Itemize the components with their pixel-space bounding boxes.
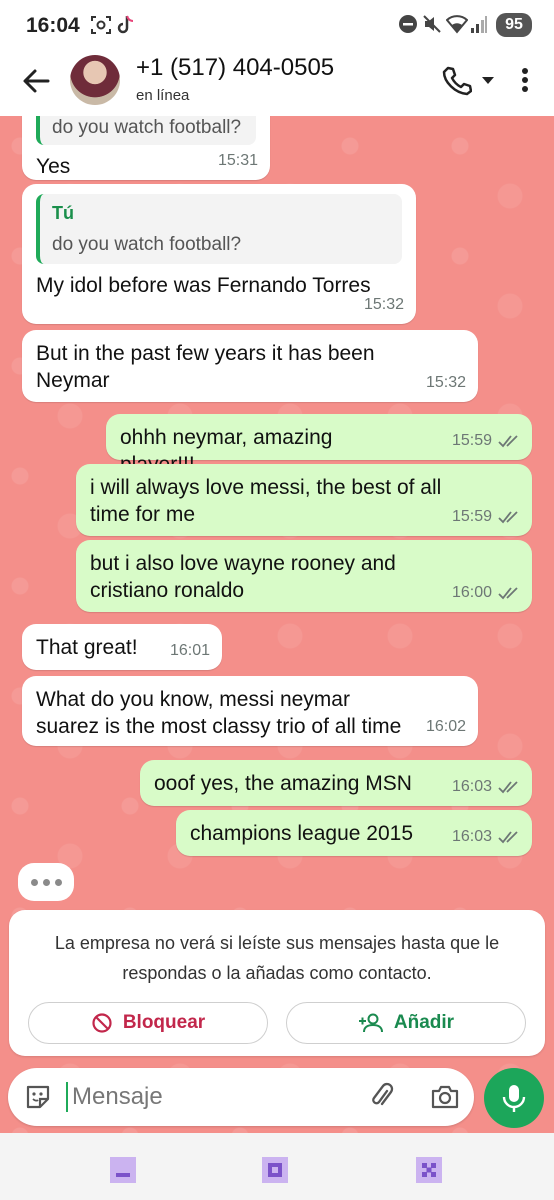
double-check-icon <box>498 510 518 523</box>
message-bubble-outgoing[interactable]: ohhh neymar, amazing player!!! 15:59 <box>106 414 532 476</box>
message-meta: 15:59 <box>452 503 520 530</box>
sticker-icon[interactable] <box>24 1083 52 1111</box>
message-bubble-outgoing[interactable]: but i also love wayne rooney and cristia… <box>76 540 532 612</box>
back-nav-icon[interactable] <box>414 1155 444 1185</box>
message-bubble-outgoing[interactable]: i will always love messi, the best of al… <box>76 464 532 536</box>
battery-indicator: 95 <box>496 13 532 37</box>
message-text: i will always love messi, the best of al… <box>90 476 442 526</box>
message-meta: 16:03 <box>452 823 520 850</box>
message-bubble-incoming[interactable]: What do you know, messi neymar suarez is… <box>22 676 478 746</box>
caret-down-icon[interactable] <box>480 72 496 88</box>
quoted-message-text: do you watch football? <box>52 234 242 255</box>
message-bubble-outgoing[interactable]: ooof yes, the amazing MSN 16:03 <box>140 760 532 806</box>
screenshot-icon <box>91 16 111 34</box>
message-time: 15:59 <box>451 432 492 449</box>
message-bubble-outgoing[interactable]: champions league 2015 16:03 <box>176 810 532 856</box>
message-text: What do you know, messi neymar suarez is… <box>36 688 402 738</box>
message-time: 16:01 <box>169 642 210 659</box>
message-time: 15:31 <box>217 152 258 169</box>
double-check-icon <box>498 830 518 843</box>
message-bubble-incoming[interactable]: do you watch football? Yes 15:31 <box>22 116 270 180</box>
message-time: 16:02 <box>425 718 466 735</box>
message-text: My idol before was Fernando Torres <box>36 274 371 297</box>
contact-name[interactable]: +1 (517) 404-0505 <box>136 54 334 82</box>
chat-header: +1 (517) 404-0505 en línea <box>0 50 554 116</box>
message-input[interactable] <box>72 1078 342 1116</box>
more-vert-icon[interactable] <box>515 64 535 96</box>
message-bubble-incoming[interactable]: But in the past few years it has been Ne… <box>22 330 478 402</box>
add-contact-button[interactable]: Añadir <box>286 1002 526 1044</box>
message-meta: 15:32 <box>426 369 466 396</box>
message-text: That great! <box>36 636 138 659</box>
message-bubble-incoming[interactable]: That great! 16:01 <box>22 624 222 670</box>
quoted-message[interactable]: Tú do you watch football? <box>36 194 402 264</box>
typing-dot <box>54 878 62 886</box>
message-text: but i also love wayne rooney and cristia… <box>90 552 396 602</box>
message-time: 16:00 <box>451 584 492 601</box>
text-cursor <box>66 1082 68 1112</box>
message-meta: 16:02 <box>426 713 466 740</box>
quoted-message[interactable]: do you watch football? <box>36 116 256 145</box>
paperclip-icon[interactable] <box>368 1082 396 1112</box>
message-meta: 15:31 <box>218 147 258 174</box>
message-meta: 16:03 <box>452 773 520 800</box>
recent-apps-icon[interactable] <box>108 1155 138 1185</box>
wifi-icon <box>446 15 468 34</box>
message-meta: 15:32 <box>364 291 404 318</box>
add-contact-button-label: Añadir <box>393 1012 455 1033</box>
double-check-icon <box>498 780 518 793</box>
signal-icon <box>471 16 487 33</box>
back-arrow-icon[interactable] <box>18 63 54 99</box>
add-person-icon <box>358 1013 383 1033</box>
message-time: 15:32 <box>425 374 466 391</box>
double-check-icon <box>498 586 518 599</box>
message-meta: 15:59 <box>452 427 520 454</box>
block-icon <box>92 1013 112 1033</box>
system-nav-bar <box>0 1133 554 1200</box>
message-time: 15:32 <box>363 296 404 313</box>
status-bar: 16:04 95 <box>0 0 554 50</box>
microphone-icon <box>502 1085 526 1112</box>
home-icon[interactable] <box>260 1155 290 1185</box>
voice-record-button[interactable] <box>484 1068 544 1128</box>
message-text: But in the past few years it has been Ne… <box>36 342 375 392</box>
quoted-message-author: Tú <box>52 203 74 223</box>
mute-icon <box>423 15 441 33</box>
message-composer <box>8 1068 474 1126</box>
quoted-message-text: do you watch football? <box>52 117 242 138</box>
status-time: 16:04 <box>26 14 80 37</box>
business-notice-card: La empresa no verá si leíste sus mensaje… <box>9 910 545 1056</box>
message-time: 16:03 <box>451 828 492 845</box>
contact-status: en línea <box>136 87 190 104</box>
message-meta: 16:00 <box>452 579 520 606</box>
message-meta: 16:01 <box>170 637 210 664</box>
typing-dot <box>42 878 50 886</box>
block-button-label: Bloquear <box>122 1012 206 1033</box>
typing-indicator <box>18 863 74 901</box>
typing-dot <box>30 878 38 886</box>
block-button[interactable]: Bloquear <box>28 1002 268 1044</box>
phone-icon[interactable] <box>440 64 472 96</box>
message-time: 15:59 <box>451 508 492 525</box>
tiktok-icon <box>117 15 134 34</box>
message-time: 16:03 <box>451 778 492 795</box>
message-text: ooof yes, the amazing MSN <box>154 772 412 795</box>
avatar[interactable] <box>70 55 120 105</box>
do-not-disturb-icon <box>399 15 417 33</box>
business-notice-text: La empresa no verá si leíste sus mensaje… <box>54 933 500 983</box>
chat-area[interactable]: do you watch football? Yes 15:31 Tú do y… <box>0 116 554 1133</box>
double-check-icon <box>498 434 518 447</box>
message-bubble-incoming[interactable]: Tú do you watch football? My idol before… <box>22 184 416 324</box>
message-text: champions league 2015 <box>190 822 414 845</box>
camera-icon[interactable] <box>430 1083 460 1111</box>
